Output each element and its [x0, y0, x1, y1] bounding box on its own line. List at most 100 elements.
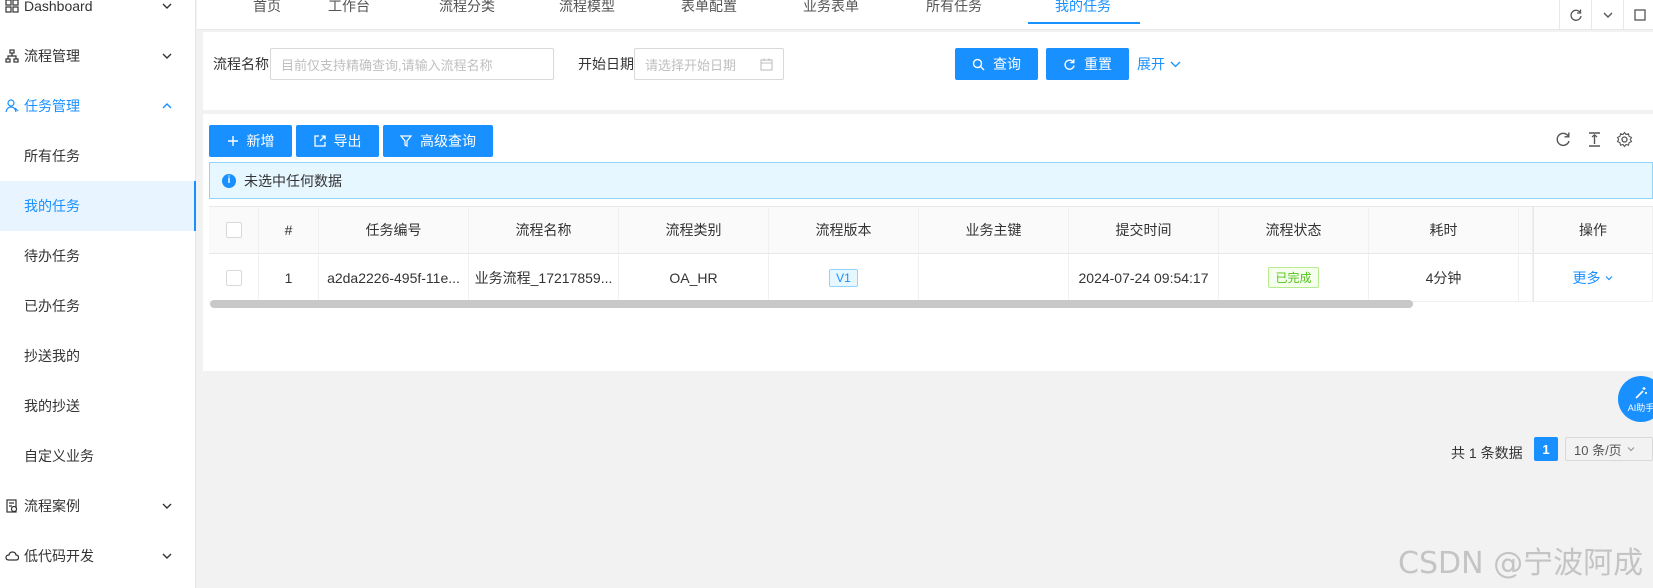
table-panel: 新增 导出 高级查询 i 未选中任何数据 # 任务编号 流程名称 流程类别 流程…: [203, 114, 1653, 461]
plus-icon: [227, 136, 238, 146]
col-header-duration[interactable]: 耗时: [1369, 207, 1519, 253]
page-size-select[interactable]: 10 条/页: [1565, 437, 1653, 461]
reset-label: 重置: [1084, 56, 1112, 72]
sidebar-item-custom-business[interactable]: 自定义业务: [0, 431, 196, 481]
active-tab-indicator: [1028, 22, 1140, 24]
search-panel: 流程名称 目前仅支持精确查询,请输入流程名称 开始日期 请选择开始日期 查询 重…: [203, 32, 1653, 110]
add-button[interactable]: 新增: [209, 125, 292, 157]
selection-info-text: 未选中任何数据: [244, 172, 342, 189]
tab-bar: 首页 工作台 流程分类 流程模型 表单配置 业务表单 所有任务 我的任务: [197, 0, 1653, 30]
tab-home[interactable]: 首页: [245, 0, 289, 30]
fullscreen-icon[interactable]: [1623, 0, 1653, 30]
pagination-total: 共 1 条数据: [1451, 445, 1523, 461]
col-header-action: 操作: [1533, 207, 1653, 253]
menu-dashboard[interactable]: Dashboard: [0, 0, 196, 31]
grid-icon: [4, 0, 20, 14]
query-button[interactable]: 查询: [955, 48, 1038, 80]
magic-wand-icon: [1635, 386, 1647, 399]
cell-submit-time: 2024-07-24 09:54:17: [1069, 254, 1219, 301]
chevron-down-icon: [1605, 275, 1612, 280]
cell-process-name: 业务流程_17217859...: [469, 254, 619, 301]
refresh-icon[interactable]: [1559, 0, 1591, 30]
table-row[interactable]: 1 a2da2226-495f-11e... 业务流程_17217859... …: [209, 254, 1653, 302]
tab-process-category[interactable]: 流程分类: [432, 0, 502, 30]
menu-task-management[interactable]: 任务管理: [0, 81, 196, 131]
select-all-checkbox[interactable]: [225, 222, 242, 238]
date-placeholder: 请选择开始日期: [645, 57, 737, 73]
tab-my-tasks[interactable]: 我的任务: [1023, 0, 1143, 30]
col-header-biz-key[interactable]: 业务主键: [919, 207, 1069, 253]
calendar-icon: [760, 58, 773, 71]
col-header-spacer: [1519, 207, 1533, 253]
ai-assistant-button[interactable]: AI助手: [1618, 376, 1653, 422]
query-label: 查询: [993, 56, 1021, 72]
sidebar-item-cc-me[interactable]: 抄送我的: [0, 331, 196, 381]
more-label: 更多: [1572, 269, 1601, 286]
more-actions-link[interactable]: 更多: [1533, 254, 1653, 301]
chevron-down-icon: [1627, 447, 1635, 452]
row-checkbox[interactable]: [225, 269, 242, 286]
sidebar-item-done-tasks[interactable]: 已办任务: [0, 281, 196, 331]
add-label: 新增: [246, 133, 275, 149]
org-chart-icon: [4, 48, 20, 64]
watermark: CSDN @宁波阿成: [1398, 546, 1644, 581]
cell-duration: 4分钟: [1369, 254, 1519, 301]
col-header-version[interactable]: 流程版本: [769, 207, 919, 253]
ai-assistant-label: AI助手: [1627, 402, 1653, 413]
advanced-query-button[interactable]: 高级查询: [383, 125, 493, 157]
chevron-up-icon: [162, 103, 172, 109]
start-date-picker[interactable]: 请选择开始日期: [634, 48, 784, 80]
col-header-submit-time[interactable]: 提交时间: [1069, 207, 1219, 253]
column-height-icon[interactable]: [1586, 131, 1603, 148]
cell-task-no: a2da2226-495f-11e...: [319, 254, 469, 301]
export-label: 导出: [333, 133, 362, 149]
status-badge: 已完成: [1268, 267, 1319, 288]
col-header-process-name[interactable]: 流程名称: [469, 207, 619, 253]
tab-business-form[interactable]: 业务表单: [796, 0, 866, 30]
select-all-cell: [209, 207, 259, 253]
search-icon: [972, 58, 985, 70]
tab-form-config[interactable]: 表单配置: [674, 0, 744, 30]
refresh-icon[interactable]: [1555, 131, 1572, 148]
menu-process-management[interactable]: 流程管理: [0, 31, 196, 81]
col-header-index: #: [259, 207, 319, 253]
export-button[interactable]: 导出: [296, 125, 379, 157]
chevron-down-icon[interactable]: [1591, 0, 1623, 30]
menu-process-cases[interactable]: 流程案例: [0, 481, 196, 531]
gear-icon[interactable]: [1616, 131, 1633, 148]
pagination-page-1[interactable]: 1: [1534, 437, 1558, 461]
menu-label: 低代码开发: [24, 548, 94, 564]
chevron-down-icon: [162, 503, 172, 509]
reset-button[interactable]: 重置: [1046, 48, 1129, 80]
menu-label: 流程管理: [24, 48, 80, 64]
row-select-cell: [209, 254, 259, 301]
expand-label: 展开: [1137, 56, 1165, 72]
col-header-status[interactable]: 流程状态: [1219, 207, 1369, 253]
sidebar-item-my-cc[interactable]: 我的抄送: [0, 381, 196, 431]
filter-icon: [400, 135, 412, 147]
tab-workbench[interactable]: 工作台: [322, 0, 376, 30]
menu-label: Dashboard: [24, 0, 93, 14]
cell-status: 已完成: [1219, 254, 1369, 301]
cell-version: V1: [769, 254, 919, 301]
sidebar: Dashboard 流程管理 任务管理 所有任务 我的任务 待办任务 已办任务 …: [0, 0, 196, 588]
export-icon: [313, 135, 326, 147]
expand-toggle[interactable]: 展开: [1137, 54, 1182, 74]
tab-process-model[interactable]: 流程模型: [552, 0, 622, 30]
cell-biz-key: [919, 254, 1069, 301]
menu-low-code[interactable]: 低代码开发: [0, 531, 196, 581]
tab-all-tasks[interactable]: 所有任务: [919, 0, 989, 30]
page-size-label: 10 条/页: [1574, 442, 1622, 458]
document-icon: [4, 498, 20, 514]
process-name-input[interactable]: 目前仅支持精确查询,请输入流程名称: [270, 48, 554, 80]
chevron-down-icon: [1170, 61, 1181, 67]
horizontal-scrollbar[interactable]: [210, 300, 1413, 308]
col-header-task-no[interactable]: 任务编号: [319, 207, 469, 253]
info-icon: i: [222, 173, 236, 188]
col-header-category[interactable]: 流程类别: [619, 207, 769, 253]
cloud-icon: [4, 548, 20, 564]
cell-spacer: [1519, 254, 1533, 301]
sidebar-item-todo-tasks[interactable]: 待办任务: [0, 231, 196, 281]
sidebar-item-all-tasks[interactable]: 所有任务: [0, 131, 196, 181]
sidebar-item-my-tasks[interactable]: 我的任务: [0, 181, 196, 231]
